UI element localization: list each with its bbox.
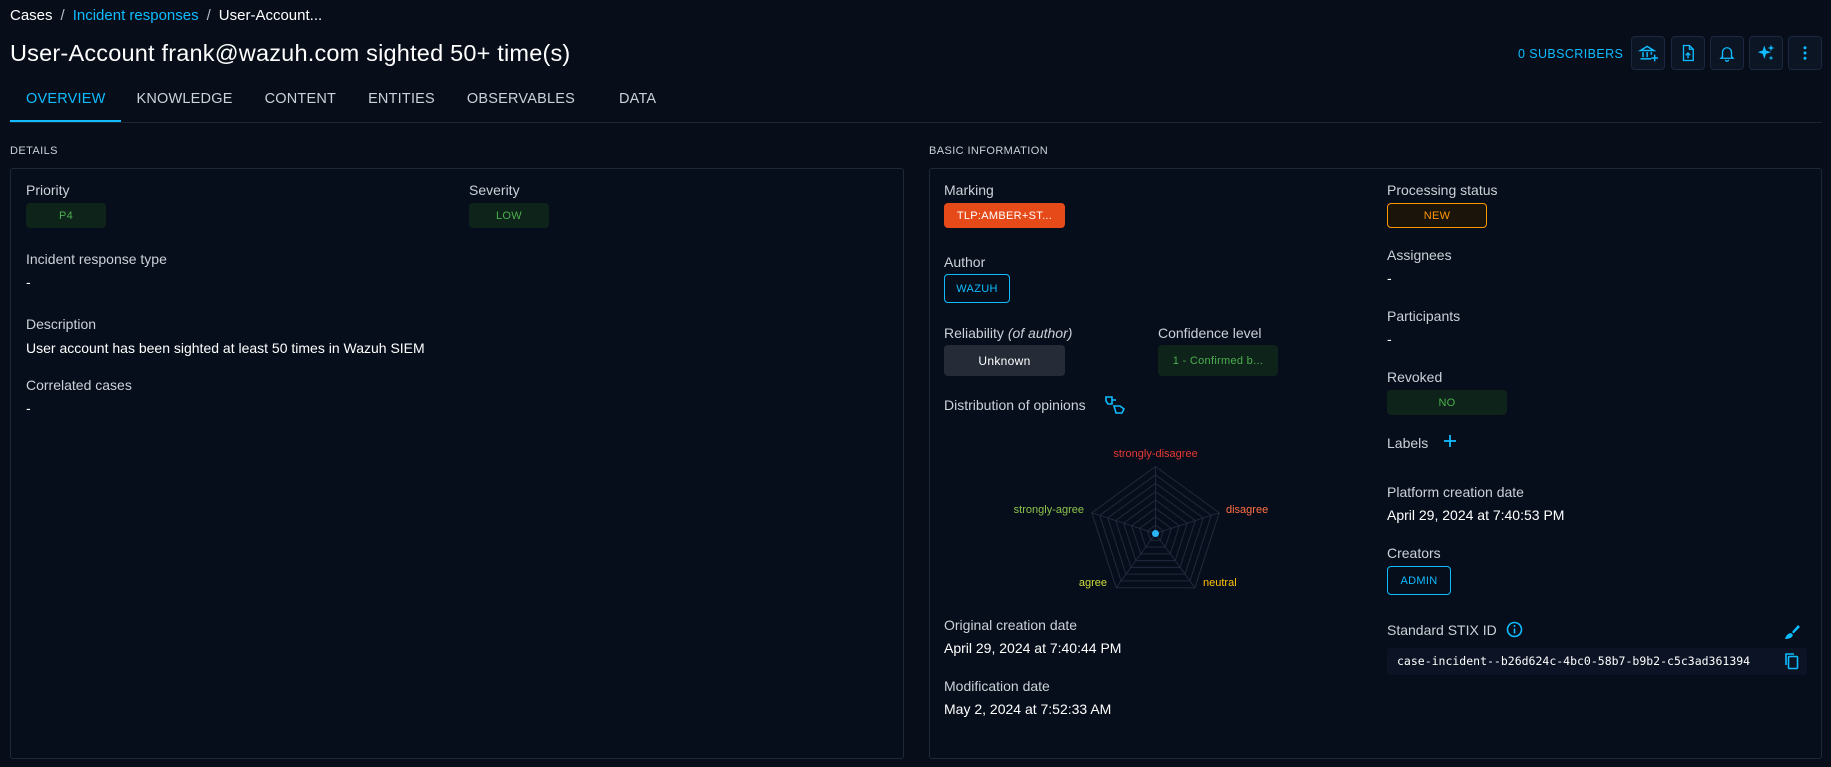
marking-badge[interactable]: TLP:AMBER+ST... xyxy=(944,203,1065,228)
basic-info-section-title: BASIC INFORMATION xyxy=(929,145,1049,157)
processing-status-badge[interactable]: NEW xyxy=(1387,203,1487,228)
modification-date-value: May 2, 2024 at 7:52:33 AM xyxy=(944,701,1112,717)
description-label: Description xyxy=(26,316,97,332)
tabs-divider xyxy=(10,122,1822,123)
page-title: User-Account frank@wazuh.com sighted 50+… xyxy=(10,40,571,66)
marking-label: Marking xyxy=(944,182,994,198)
priority-badge: P4 xyxy=(26,203,106,228)
tab-overview[interactable]: OVERVIEW xyxy=(10,86,121,122)
radar-point xyxy=(1152,530,1159,537)
priority-label: Priority xyxy=(26,182,70,198)
author-label: Author xyxy=(944,254,986,270)
original-creation-label: Original creation date xyxy=(944,617,1078,633)
labels-label: Labels xyxy=(1387,435,1429,451)
edit-brush-icon[interactable] xyxy=(1783,623,1801,641)
assignees-label: Assignees xyxy=(1387,247,1452,263)
radar-label-disagree: disagree xyxy=(1226,504,1268,516)
platform-creation-label: Platform creation date xyxy=(1387,484,1524,500)
more-actions-button[interactable] xyxy=(1788,36,1822,70)
tab-data[interactable]: DATA xyxy=(603,86,672,122)
tab-entities[interactable]: ENTITIES xyxy=(352,86,451,122)
correlated-cases-value: - xyxy=(26,400,31,416)
reliability-label-suffix: (of author) xyxy=(1007,325,1073,341)
correlated-cases-label: Correlated cases xyxy=(26,377,132,393)
reliability-label-text: Reliability xyxy=(944,325,1004,341)
creators-label: Creators xyxy=(1387,545,1441,561)
info-icon[interactable] xyxy=(1506,621,1523,638)
processing-status-label: Processing status xyxy=(1387,182,1498,198)
severity-label: Severity xyxy=(469,182,520,198)
breadcrumb-current: User-Account... xyxy=(218,7,323,24)
radar-label-neutral: neutral xyxy=(1203,577,1237,589)
tab-observables[interactable]: OBSERVABLES xyxy=(451,86,603,122)
participants-label: Participants xyxy=(1387,308,1461,324)
original-creation-value: April 29, 2024 at 7:40:44 PM xyxy=(944,640,1122,656)
add-to-investigation-button[interactable] xyxy=(1631,36,1665,70)
revoked-label: Revoked xyxy=(1387,369,1443,385)
export-file-button[interactable] xyxy=(1671,36,1705,70)
modification-date-label: Modification date xyxy=(944,678,1050,694)
radar-label-agree: agree xyxy=(1079,577,1107,589)
revoked-badge: NO xyxy=(1387,390,1507,415)
breadcrumb-separator: / xyxy=(60,7,65,24)
breadcrumb-cases[interactable]: Cases xyxy=(10,7,53,24)
subscribers-button[interactable]: 0 SUBSCRIBERS xyxy=(1518,47,1623,61)
radar-label-strongly-agree: strongly-agree xyxy=(1014,504,1084,516)
breadcrumb: Cases / Incident responses / User-Accoun… xyxy=(10,7,322,24)
stix-id-label: Standard STIX ID xyxy=(1387,622,1497,638)
tab-knowledge[interactable]: KNOWLEDGE xyxy=(121,86,249,122)
opinions-radar-chart: strongly-disagree disagree neutral agree… xyxy=(1014,448,1269,589)
tab-bar: OVERVIEW KNOWLEDGE CONTENT ENTITIES OBSE… xyxy=(10,86,672,122)
participants-value: - xyxy=(1387,331,1392,347)
incident-type-value: - xyxy=(26,274,31,290)
notifications-button[interactable] xyxy=(1710,36,1744,70)
add-label-icon[interactable] xyxy=(1442,433,1458,449)
tab-content[interactable]: CONTENT xyxy=(249,86,352,122)
ai-sparkle-icon xyxy=(1757,44,1775,61)
breadcrumb-separator: / xyxy=(206,7,211,24)
bell-icon xyxy=(1719,47,1735,62)
stix-id-value: case-incident--b26d624c-4bc0-58b7-b9b2-c… xyxy=(1397,654,1751,668)
assignees-value: - xyxy=(1387,270,1392,286)
reliability-badge: Unknown xyxy=(944,345,1065,376)
incident-type-label: Incident response type xyxy=(26,251,167,267)
confidence-badge: 1 - Confirmed b... xyxy=(1158,345,1278,376)
file-export-icon xyxy=(1682,44,1694,62)
copy-icon[interactable] xyxy=(1783,652,1801,670)
confidence-label: Confidence level xyxy=(1158,325,1262,341)
opinions-label: Distribution of opinions xyxy=(944,397,1086,413)
thumbs-up-down-icon[interactable] xyxy=(1104,394,1128,416)
details-section-title: DETAILS xyxy=(10,145,58,157)
radar-label-strongly-disagree: strongly-disagree xyxy=(1113,448,1197,460)
breadcrumb-incident-responses[interactable]: Incident responses xyxy=(73,7,199,24)
severity-badge: LOW xyxy=(469,203,549,228)
bank-plus-icon xyxy=(1638,45,1658,62)
creator-chip[interactable]: ADMIN xyxy=(1387,566,1451,595)
author-chip[interactable]: WAZUH xyxy=(944,274,1010,303)
ai-assistant-button[interactable] xyxy=(1749,36,1783,70)
reliability-label: Reliability (of author) xyxy=(944,325,1072,341)
more-vert-icon xyxy=(1803,46,1807,60)
description-value: User account has been sighted at least 5… xyxy=(26,340,425,356)
platform-creation-value: April 29, 2024 at 7:40:53 PM xyxy=(1387,507,1565,523)
